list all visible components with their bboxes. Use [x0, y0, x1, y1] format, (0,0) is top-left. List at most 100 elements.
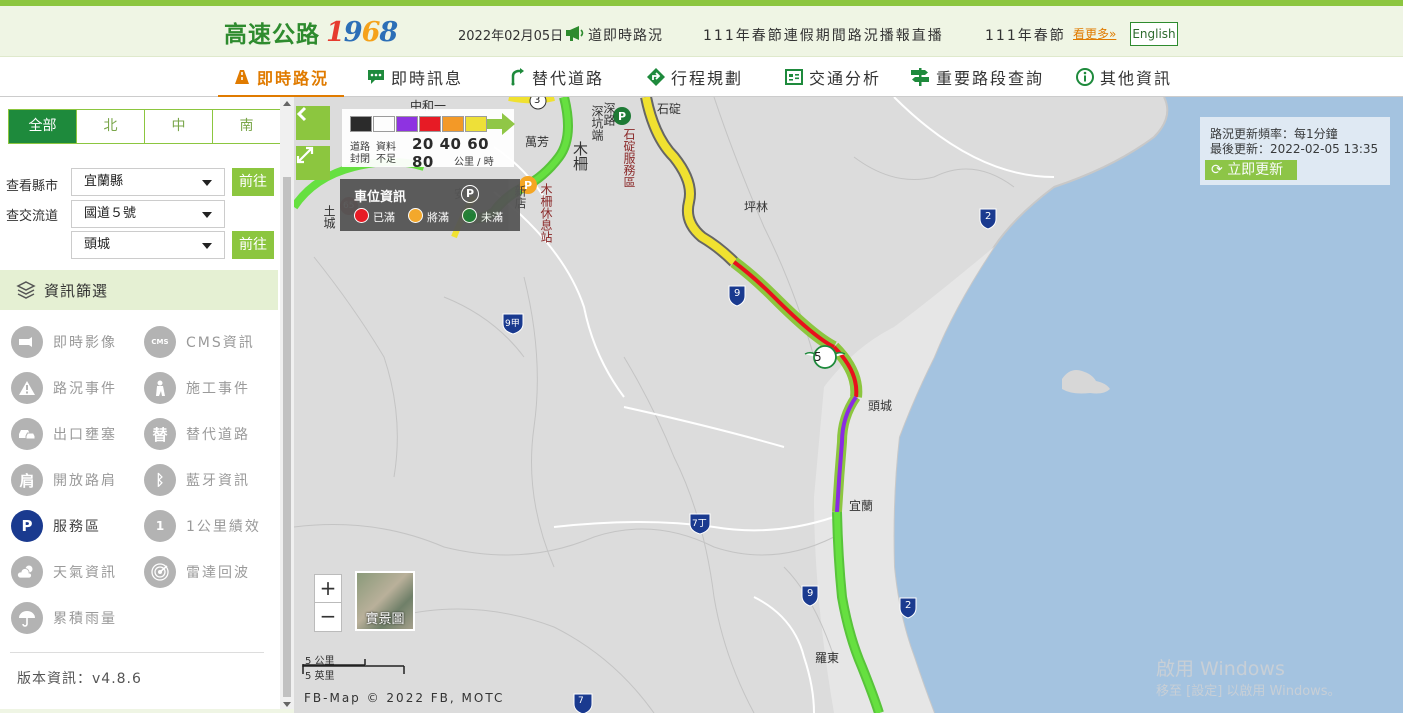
road-sign-icon — [234, 70, 249, 84]
marquee-item[interactable]: 111年春節 — [985, 25, 1067, 45]
place-label-shenlu: 深路 — [602, 102, 616, 126]
traffic-map[interactable]: 2 9 9甲 5 7丁 9 2 7 3 65 P P 坪林 頭城 宜蘭 羅東 石… — [294, 97, 1403, 713]
filter-1km-performance[interactable]: 1 1公里績效 — [144, 510, 261, 542]
logo-number: 1968 — [326, 16, 398, 48]
marquee-item[interactable]: 111年春節連假期間路況播報直播 — [703, 25, 944, 45]
route-icon — [511, 68, 524, 86]
county-go-button[interactable]: 前往 — [232, 168, 274, 196]
nav-item-other-info[interactable]: 其他資訊 — [1076, 57, 1172, 97]
nav-item-alt-roads[interactable]: 替代道路 — [508, 57, 604, 97]
filter-bluetooth[interactable]: ᛒ 藍牙資訊 — [144, 464, 250, 496]
sidebar-scrollbar[interactable] — [280, 97, 294, 713]
filter-incidents[interactable]: 路況事件 — [11, 372, 117, 404]
main-nav: 即時路況 即時訊息 替代道路 行程規劃 交通分析 重要路段查詢 其他資訊 — [0, 57, 1403, 98]
nav-item-live-messages[interactable]: 即時訊息 — [367, 57, 463, 97]
km-icon: 1 — [144, 510, 176, 542]
turn-sign-icon — [647, 68, 665, 86]
weather-icon — [11, 556, 43, 588]
filter-construction[interactable]: 施工事件 — [144, 372, 250, 404]
interchange-go-button[interactable]: 前往 — [232, 231, 274, 259]
cms-icon: CMS — [144, 326, 176, 358]
map-scale: 5 公里 5 英里 — [302, 650, 412, 682]
fullscreen-button[interactable] — [296, 146, 330, 180]
chevron-left-icon — [296, 106, 307, 122]
filter-exit-congestion[interactable]: 出口壅塞 — [11, 418, 117, 450]
bluetooth-icon: ᛒ — [144, 464, 176, 496]
legend-swatch-60 — [442, 116, 464, 132]
scroll-down-icon[interactable] — [283, 702, 291, 707]
live-traffic-label: 道即時路況 — [588, 28, 663, 44]
county-label: 查看縣市 — [6, 179, 59, 194]
camera-icon — [11, 326, 43, 358]
freeway-select[interactable]: 國道５號 — [71, 200, 225, 228]
place-label-luodong: 羅東 — [815, 651, 840, 665]
megaphone-icon — [566, 26, 584, 41]
more-link[interactable]: 看更多» — [1073, 25, 1116, 42]
nav-item-traffic-analysis[interactable]: 交通分析 — [785, 57, 881, 97]
sidebar: 全部 北 中 南 查看縣市 宜蘭縣 前往 查交流道 國道５號 頭城 前往 資訊篩… — [0, 97, 281, 713]
filter-weather[interactable]: 天氣資訊 — [11, 556, 117, 588]
english-button[interactable]: English — [1130, 22, 1178, 46]
refresh-button[interactable]: ⟳ 立即更新 — [1205, 160, 1297, 180]
zoom-control: + − — [314, 574, 342, 632]
warning-icon — [11, 372, 43, 404]
collapse-sidebar-button[interactable] — [296, 106, 330, 140]
arrow-right-icon — [487, 113, 515, 135]
nav-item-trip-planning[interactable]: 行程規劃 — [647, 57, 743, 97]
filter-shoulder[interactable]: 肩 開放路肩 — [11, 464, 117, 496]
route-shield-label: 9 — [807, 588, 814, 599]
route-shield-label: 7 — [578, 696, 584, 706]
nav-label: 其他資訊 — [1100, 69, 1173, 88]
parking-icon: P — [11, 510, 43, 542]
legend-swatch-nodata — [373, 116, 395, 132]
legend-swatch-40 — [419, 116, 441, 132]
map-attribution: FB-Map © 2022 FB, MOTC — [304, 691, 505, 705]
scrollbar-thumb[interactable] — [283, 177, 291, 697]
nav-label: 替代道路 — [532, 69, 605, 88]
nav-label: 交通分析 — [809, 69, 882, 88]
info-icon — [1076, 68, 1094, 86]
filter-title: 資訊篩選 — [44, 281, 109, 300]
expand-icon — [296, 146, 314, 164]
radar-icon — [144, 556, 176, 588]
last-update: 最後更新：2022-02-05 13:35 — [1210, 142, 1379, 156]
worker-icon — [144, 372, 176, 404]
signpost-icon — [911, 68, 929, 86]
filter-header[interactable]: 資訊篩選 — [0, 270, 278, 310]
place-label-wanfang: 萬芳 — [525, 135, 550, 149]
route-shield-label: 3 — [534, 97, 541, 106]
filter-cms[interactable]: CMS CMS資訊 — [144, 326, 255, 358]
filter-alt-roads[interactable]: 替 替代道路 — [144, 418, 250, 450]
nav-item-key-sections[interactable]: 重要路段查詢 — [910, 57, 1044, 97]
version-info: 版本資訊：v4.8.6 — [17, 671, 142, 687]
filter-service-area[interactable]: P 服務區 — [11, 510, 101, 542]
region-tabs: 全部 北 中 南 — [8, 109, 281, 144]
site-logo[interactable]: 高速公路 1968 — [224, 16, 398, 49]
legend-swatch-closed — [350, 116, 372, 132]
nav-label: 重要路段查詢 — [936, 69, 1045, 88]
filter-live-video[interactable]: 即時影像 — [11, 326, 117, 358]
shoulder-icon: 肩 — [11, 464, 43, 496]
filter-radar[interactable]: 雷達回波 — [144, 556, 250, 588]
route-shield-label: 7丁 — [692, 519, 707, 529]
header: 高速公路 1968 2022年02月05日 道即時路況 111年春節連假期間路況… — [0, 6, 1403, 57]
zoom-in-button[interactable]: + — [315, 575, 341, 603]
divider — [10, 652, 264, 653]
interchange-select[interactable]: 頭城 — [71, 231, 225, 259]
layers-icon — [16, 281, 36, 299]
tab-north[interactable]: 北 — [76, 110, 144, 143]
tab-south[interactable]: 南 — [212, 110, 280, 143]
nav-item-live-traffic[interactable]: 即時路況 — [218, 57, 344, 98]
filter-rainfall[interactable]: 累積雨量 — [11, 602, 117, 634]
scroll-up-icon[interactable] — [283, 101, 291, 106]
interchange-label: 查交流道 — [6, 209, 59, 224]
satellite-view-button[interactable]: 實景圖 — [355, 571, 415, 631]
tab-central[interactable]: 中 — [144, 110, 212, 143]
chat-icon — [368, 70, 384, 84]
route-shield-label: 2 — [985, 211, 992, 222]
tab-all[interactable]: 全部 — [9, 110, 76, 143]
full-dot-icon — [354, 208, 369, 223]
zoom-out-button[interactable]: − — [315, 603, 341, 631]
county-select[interactable]: 宜蘭縣 — [71, 168, 225, 196]
service-area-marker[interactable]: P — [618, 110, 626, 123]
